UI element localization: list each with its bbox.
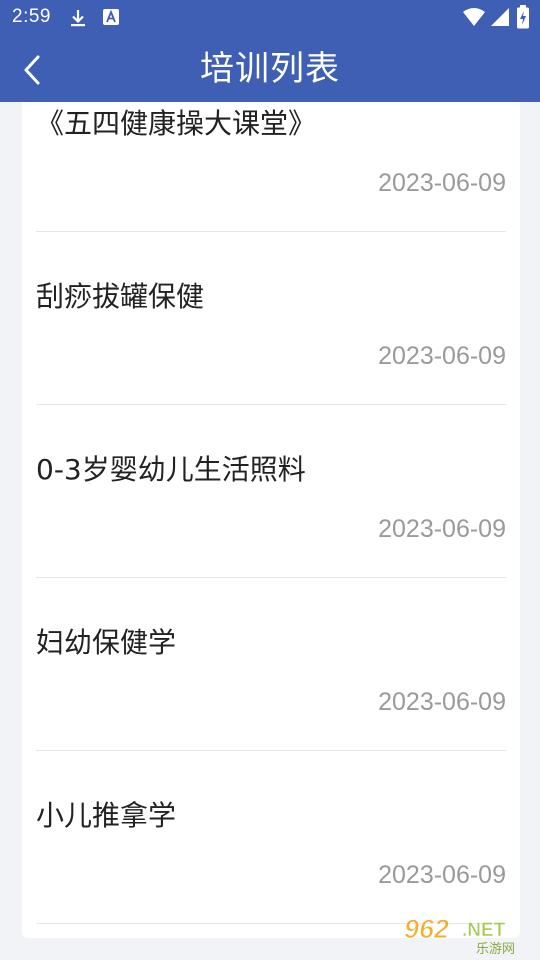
training-list: 《五四健康操大课堂》 2023-06-09 刮痧拔罐保健 2023-06-09 … bbox=[22, 102, 520, 924]
training-list-card: 《五四健康操大课堂》 2023-06-09 刮痧拔罐保健 2023-06-09 … bbox=[22, 102, 520, 938]
watermark-cn: 乐游网 bbox=[476, 942, 515, 956]
training-date: 2023-06-09 bbox=[378, 169, 506, 197]
training-date: 2023-06-09 bbox=[378, 515, 506, 543]
training-title: 小儿推拿学 bbox=[36, 799, 177, 832]
training-title: 0-3岁婴幼儿生活照料 bbox=[36, 453, 306, 486]
list-item[interactable]: 小儿推拿学 2023-06-09 bbox=[22, 751, 520, 924]
training-date: 2023-06-09 bbox=[378, 861, 506, 889]
page-title: 培训列表 bbox=[200, 49, 340, 89]
training-date: 2023-06-09 bbox=[378, 688, 506, 716]
text-a-icon bbox=[103, 9, 119, 25]
site-watermark-logo: 962 .NET 乐游网 bbox=[404, 914, 516, 957]
training-date: 2023-06-09 bbox=[378, 342, 506, 370]
download-icon bbox=[71, 10, 85, 27]
training-title: 刮痧拔罐保健 bbox=[36, 280, 205, 313]
battery-charging-icon bbox=[517, 5, 529, 29]
training-title: 妇幼保健学 bbox=[36, 626, 177, 659]
signal-icon bbox=[491, 8, 509, 26]
watermark-number: 962 bbox=[404, 914, 449, 944]
list-item[interactable]: 0-3岁婴幼儿生活照料 2023-06-09 bbox=[22, 405, 520, 578]
wifi-icon bbox=[463, 8, 485, 26]
training-title: 《五四健康操大课堂》 bbox=[36, 107, 317, 140]
status-bar: 2:59 bbox=[0, 0, 540, 36]
list-item[interactable]: 妇幼保健学 2023-06-09 bbox=[22, 578, 520, 751]
status-time: 2:59 bbox=[12, 6, 51, 27]
list-item[interactable]: 《五四健康操大课堂》 2023-06-09 bbox=[22, 102, 520, 232]
app-bar: 培训列表 bbox=[0, 36, 540, 102]
list-item[interactable]: 刮痧拔罐保健 2023-06-09 bbox=[22, 232, 520, 405]
watermark-suffix: .NET bbox=[462, 920, 506, 941]
